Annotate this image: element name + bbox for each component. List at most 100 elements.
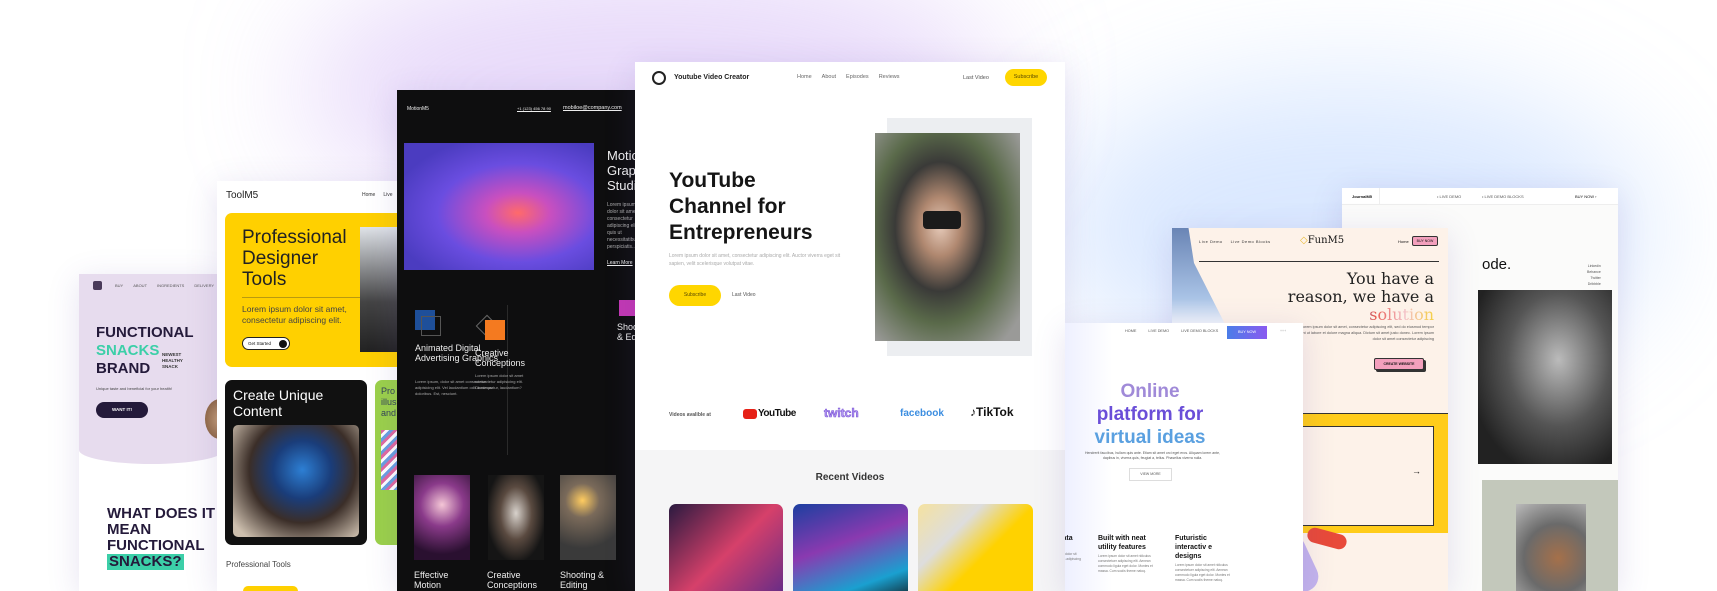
learn-more-link[interactable]: Learn More	[607, 260, 633, 266]
nav-live-demo[interactable]: Live Demo	[1199, 239, 1223, 244]
video-thumbnail[interactable]	[669, 504, 783, 591]
nav-episodes[interactable]: Episodes	[846, 74, 869, 80]
nav-about[interactable]: ABOUT	[133, 283, 147, 288]
hero-image	[360, 227, 400, 352]
question-2: MEAN	[107, 521, 152, 538]
nav-ingredients[interactable]: INGREDIENTS	[157, 283, 184, 288]
snacks-logo-icon	[93, 281, 102, 290]
work-image	[488, 475, 544, 560]
nav-about[interactable]: About	[822, 74, 836, 80]
subscribe-button[interactable]: Subscribe	[1005, 69, 1047, 86]
phone-link[interactable]: +1 (123) 456 78 90	[517, 106, 551, 111]
hero-title-1: FUNCTIONAL	[96, 324, 194, 341]
youtube-page: Youtube Video Creator Home About Episodes R…	[635, 62, 1065, 591]
nav-live-demo[interactable]: LIVE DEMO	[1148, 329, 1169, 333]
chevron-right-icon: ›	[1595, 194, 1597, 199]
snacks-page: BUY ABOUT INGREDIENTS DELIVERY FUNCTIONAL S…	[79, 274, 224, 591]
nav-reviews[interactable]: Reviews	[879, 74, 900, 80]
hero-title-line: platform for	[1096, 404, 1204, 425]
get-started-button[interactable]: Get Started	[242, 337, 290, 350]
work-title: Shooting & Editing	[560, 570, 605, 590]
nav-delivery[interactable]: DELIVERY	[194, 283, 214, 288]
service-text: Lorem ipsum dolor sit amet consectetur a…	[475, 373, 524, 390]
nav-buy[interactable]: BUY	[115, 283, 123, 288]
hero-subtitle: Unique taste and beneficial for your hea…	[96, 386, 173, 391]
nav-home[interactable]: Home	[362, 192, 375, 198]
view-more-button[interactable]: VIEW MORE	[1129, 468, 1172, 481]
last-video-link[interactable]: Last Video	[963, 75, 989, 81]
twitch-logo[interactable]: twitch	[824, 406, 859, 421]
play-icon	[743, 408, 757, 419]
headline: ode.	[1482, 256, 1512, 273]
hero-tag: NEWEST HEALTHY SNACK	[162, 352, 183, 369]
create-website-button[interactable]: CREATE WEBSITE	[1374, 358, 1424, 370]
hero-last-video-button[interactable]: Last Video	[732, 292, 756, 298]
email-link[interactable]: mobiloe@company.com	[563, 105, 622, 111]
brand-name: Youtube Video Creator	[674, 74, 750, 81]
hero-image	[404, 143, 594, 270]
hero-title: Professional Designer Tools	[242, 227, 347, 290]
hero-card: Professional Designer Tools Lorem ipsum …	[225, 213, 407, 367]
buy-now-link[interactable]: BUY NOW ›	[1575, 194, 1597, 199]
nav-home[interactable]: Home	[797, 74, 812, 80]
motion-logo: MotionM5	[407, 106, 429, 112]
tiktok-logo[interactable]: ♪TikTok	[970, 405, 1014, 419]
available-label: Videos avalible at	[669, 412, 711, 418]
motion-page: MotionM5 +1 (123) 456 78 90 mobiloe@comp…	[397, 90, 637, 591]
buy-now-button[interactable]: BUY NOW	[1412, 236, 1438, 246]
orange-square-icon	[485, 320, 505, 340]
hero-text: Lorem ipsum dolor sit amet, consectetur …	[669, 253, 841, 267]
laptop-image	[233, 425, 359, 537]
want-it-button[interactable]: WANT IT!	[96, 402, 148, 418]
recent-videos-title: Recent Videos	[815, 472, 885, 483]
team-photo	[1478, 290, 1612, 464]
nav-home[interactable]: HOME	[1125, 329, 1136, 333]
hero-photo	[875, 133, 1020, 341]
hero-text: Lorem ipsum dolor sit amet consectetur a…	[607, 202, 637, 250]
feature-title: ...e ...ata ...tly	[1065, 535, 1073, 542]
nav-live-demo-blocks[interactable]: Live Demo Blocks	[1231, 239, 1271, 244]
logo-text: FunM5	[1307, 235, 1345, 246]
hero-subscribe-button[interactable]: Subscribe	[669, 285, 721, 306]
question-3: FUNCTIONAL	[107, 537, 205, 554]
tool-page: ToolM5 Home Live Professional Designer To…	[217, 181, 407, 591]
online-page: HOME LIVE DEMO LIVE DEMO BLOCKS BUY NOW ++…	[1065, 323, 1303, 591]
work-image	[560, 475, 616, 560]
menu-extra[interactable]: +++	[1280, 329, 1286, 333]
get-started-label: Get Started	[248, 341, 272, 346]
hero-title-line: Entrepreneurs	[669, 221, 813, 244]
nav-live-demo-blocks[interactable]: • LIVE DEMO BLOCKS	[1482, 194, 1524, 199]
tool-logo: ToolM5	[226, 190, 259, 201]
hero-title-line: Online	[1120, 381, 1180, 402]
feature-title: Built with neat utility features	[1098, 535, 1146, 551]
feature-text: Lorem ipsum dolor sit amet ridiculus con…	[1175, 563, 1230, 582]
video-thumbnail[interactable]	[793, 504, 908, 591]
facebook-logo[interactable]: facebook	[900, 408, 944, 419]
buy-now-label: BUY NOW	[1575, 194, 1595, 199]
question-1: WHAT DOES IT	[107, 505, 216, 522]
question-4: SNACKS?	[107, 553, 184, 570]
nav-home[interactable]: Home	[1398, 239, 1409, 244]
nav-live-demo[interactable]: • LIVE DEMO	[1437, 194, 1461, 199]
nav-live-demo-blocks[interactable]: LIVE DEMO BLOCKS	[1181, 329, 1218, 333]
card-title: Create Unique Content	[233, 387, 324, 419]
video-thumbnail[interactable]	[918, 504, 1033, 591]
buy-now-button[interactable]: BUY NOW	[1227, 326, 1267, 339]
service-title: Shooting & Editing	[617, 322, 637, 342]
feature-text: Lorem ipsum dolor sit amet ridiculus con…	[1098, 554, 1153, 573]
nav-live[interactable]: Live	[383, 192, 392, 198]
hero-title: Motion Graphic Studio	[607, 148, 637, 193]
content-card: Create Unique Content	[225, 380, 367, 545]
youtube-logo[interactable]: YouTube	[743, 408, 796, 419]
brand-logo-icon	[652, 71, 666, 85]
feature-title: Futuristic interactiv e designs	[1175, 535, 1212, 560]
hero-text: Hendrerit faucibus, hullam quis ante. Et…	[1084, 451, 1220, 460]
hero-title-2: reason, we have a	[1287, 287, 1434, 306]
next-arrow-icon[interactable]: →	[1412, 466, 1421, 476]
arrow-icon	[279, 340, 287, 348]
portrait-photo	[1516, 504, 1586, 591]
hero-text: Lorem ipsum dolor sit amet, consectetur …	[242, 304, 347, 325]
gallery-block	[1482, 480, 1618, 591]
section-title: Professional Tools	[226, 560, 291, 569]
dribbble-link[interactable]: Dribbble	[1587, 281, 1601, 287]
